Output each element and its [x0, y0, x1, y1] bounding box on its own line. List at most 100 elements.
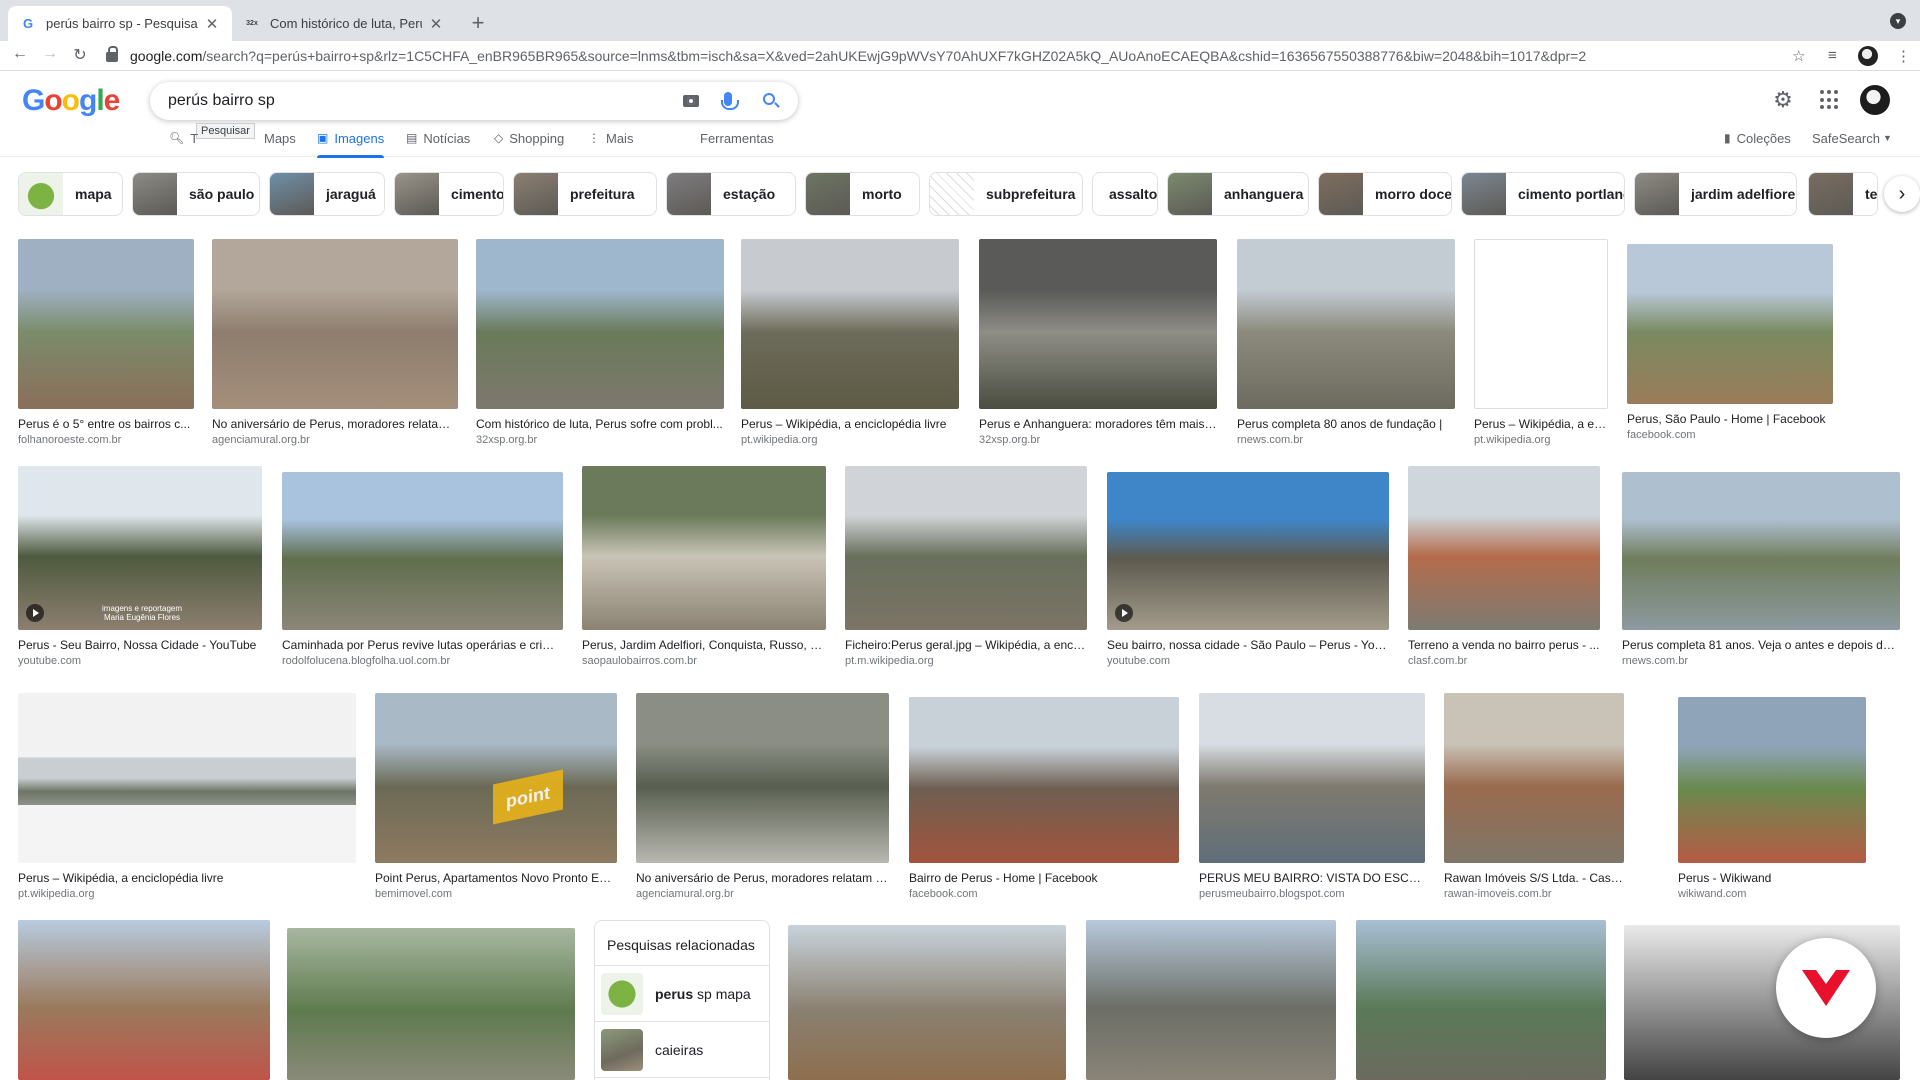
result-thumbnail[interactable] — [1107, 472, 1389, 630]
result-caption[interactable]: Perus completa 80 anos de fundação | — [1237, 417, 1455, 432]
image-result-card[interactable]: Perus – Wikipédia, a en... pt.wikipedia.o… — [1474, 239, 1608, 446]
result-thumbnail[interactable] — [212, 239, 458, 409]
result-thumbnail[interactable]: imagens e reportagem Maria Eugênia Flore… — [18, 466, 262, 630]
image-result-card[interactable]: Perus, Jardim Adelfiori, Conquista, Russ… — [582, 466, 826, 667]
forward-arrow-icon[interactable]: → — [40, 45, 60, 63]
profile-avatar[interactable] — [1858, 46, 1878, 66]
chip-7[interactable]: subprefeitura — [929, 172, 1083, 216]
image-result-card[interactable]: Caminhada por Perus revive lutas operári… — [282, 472, 563, 667]
result-caption[interactable]: Perus, São Paulo - Home | Facebook — [1627, 412, 1833, 427]
result-thumbnail[interactable] — [845, 466, 1087, 630]
image-result-card[interactable] — [1086, 920, 1336, 1080]
settings-gear-icon[interactable]: ⚙ — [1772, 89, 1794, 111]
image-result-card[interactable]: Ficheiro:Perus geral.jpg – Wikipédia, a … — [845, 466, 1087, 667]
tab-search-chevron-icon[interactable]: ▾ — [1890, 13, 1906, 29]
tab-tools[interactable]: Ferramentas — [700, 127, 774, 149]
result-thumbnail[interactable] — [1408, 466, 1600, 630]
image-result-card[interactable] — [1356, 920, 1606, 1080]
related-search-item[interactable]: perus sp mapa — [595, 966, 769, 1022]
result-caption[interactable]: Caminhada por Perus revive lutas operári… — [282, 638, 563, 653]
floating-app-button[interactable] — [1776, 938, 1876, 1038]
result-caption[interactable]: Perus completa 81 anos. Veja o antes e d… — [1622, 638, 1900, 653]
tab-images[interactable]: ▣ Imagens — [317, 127, 385, 158]
image-result-card[interactable]: Perus completa 80 anos de fundação | rnew… — [1237, 239, 1455, 446]
reading-list-icon[interactable]: ≡ — [1828, 47, 1837, 64]
reload-icon[interactable]: ↻ — [70, 45, 90, 65]
result-thumbnail[interactable] — [788, 925, 1066, 1080]
browser-tab-32xsp[interactable]: 32x Com histórico de luta, Perus so ✕ — [232, 6, 456, 41]
tab-more[interactable]: ⋮ Mais — [588, 127, 633, 149]
browser-tab-google[interactable]: G perús bairro sp - Pesquisa Goo ✕ — [8, 6, 232, 41]
google-logo[interactable]: Google — [22, 84, 120, 118]
result-caption[interactable]: Perus – Wikipédia, a en... — [1474, 417, 1608, 432]
result-thumbnail[interactable] — [1627, 244, 1833, 404]
image-result-card[interactable]: PERUS MEU BAIRRO: VISTA DO ESCADÃ... peru… — [1199, 693, 1425, 900]
image-result-card[interactable]: Seu bairro, nossa cidade - São Paulo – P… — [1107, 472, 1389, 667]
result-thumbnail[interactable] — [18, 239, 194, 409]
result-thumbnail[interactable] — [1237, 239, 1455, 409]
result-caption[interactable]: Rawan Imóveis S/S Ltda. - Casa em Sã... — [1444, 871, 1624, 886]
result-thumbnail[interactable] — [18, 920, 270, 1080]
chip-10[interactable]: morro doce — [1318, 172, 1452, 216]
microphone-icon[interactable] — [721, 92, 739, 110]
result-thumbnail[interactable] — [1086, 920, 1336, 1080]
chip-3[interactable]: cimento — [394, 172, 504, 216]
result-thumbnail[interactable] — [1474, 239, 1608, 409]
image-result-card[interactable]: Bairro de Perus - Home | Facebook faceboo… — [909, 697, 1179, 900]
result-thumbnail[interactable] — [1444, 693, 1624, 863]
result-thumbnail[interactable]: point — [375, 693, 617, 863]
image-result-card[interactable]: Perus e Anhanguera: moradores têm mais .… — [979, 239, 1217, 446]
result-caption[interactable]: Bairro de Perus - Home | Facebook — [909, 871, 1179, 886]
result-thumbnail[interactable] — [1622, 472, 1900, 630]
result-caption[interactable]: Ficheiro:Perus geral.jpg – Wikipédia, a … — [845, 638, 1087, 653]
chip-12[interactable]: jardim adelfiore — [1634, 172, 1797, 216]
account-avatar[interactable] — [1860, 85, 1890, 115]
bookmark-star-icon[interactable]: ☆ — [1792, 47, 1805, 65]
result-thumbnail[interactable] — [282, 472, 563, 630]
result-thumbnail[interactable] — [909, 697, 1179, 863]
image-result-card[interactable]: Perus é o 5° entre os bairros c... folhan… — [18, 239, 194, 446]
result-caption[interactable]: Point Perus, Apartamentos Novo Pronto Em… — [375, 871, 617, 886]
result-caption[interactable]: PERUS MEU BAIRRO: VISTA DO ESCADÃ... — [1199, 871, 1425, 886]
image-result-card[interactable]: point Point Perus, Apartamentos Novo Pron… — [375, 693, 617, 900]
chevron-right-icon[interactable]: › — [1884, 176, 1920, 212]
image-result-card[interactable]: Rawan Imóveis S/S Ltda. - Casa em Sã... r… — [1444, 693, 1624, 900]
result-thumbnail[interactable] — [979, 239, 1217, 409]
tab-news[interactable]: ▤ Notícias — [406, 127, 470, 149]
result-caption[interactable]: Perus e Anhanguera: moradores têm mais .… — [979, 417, 1217, 432]
image-result-card[interactable]: Com histórico de luta, Perus sofre com p… — [476, 239, 724, 446]
result-thumbnail[interactable] — [18, 693, 356, 863]
chip-9[interactable]: anhanguera — [1167, 172, 1309, 216]
collections-link[interactable]: ▮ Coleções — [1724, 127, 1791, 149]
result-caption[interactable]: No aniversário de Perus, moradores relat… — [212, 417, 458, 432]
safesearch-toggle[interactable]: SafeSearch ▼ — [1812, 127, 1892, 149]
chip-5[interactable]: estação — [666, 172, 796, 216]
image-result-card[interactable]: Perus – Wikipédia, a enciclopédia livre p… — [741, 239, 959, 446]
result-caption[interactable]: Terreno a venda no bairro perus - ... — [1408, 638, 1600, 653]
chip-8[interactable]: assalto — [1092, 172, 1158, 216]
chip-1[interactable]: são paulo — [132, 172, 260, 216]
result-caption[interactable]: Perus é o 5° entre os bairros c... — [18, 417, 194, 432]
related-search-item[interactable]: caieiras — [595, 1022, 769, 1078]
image-result-card[interactable]: Perus, São Paulo - Home | Facebook facebo… — [1627, 244, 1833, 441]
tab-all[interactable]: 🔍︎ T — [169, 127, 198, 149]
close-tab-icon[interactable]: ✕ — [428, 15, 444, 33]
chip-2[interactable]: jaraguá — [269, 172, 385, 216]
result-caption[interactable]: Perus - Wikiwand — [1678, 871, 1866, 886]
result-caption[interactable]: No aniversário de Perus, moradores relat… — [636, 871, 889, 886]
tab-maps[interactable]: Maps — [264, 127, 296, 149]
chip-11[interactable]: cimento portland — [1461, 172, 1625, 216]
browser-menu-icon[interactable]: ⋮ — [1896, 47, 1911, 65]
search-input[interactable] — [168, 92, 648, 110]
image-result-card[interactable]: imagens e reportagem Maria Eugênia Flore… — [18, 466, 262, 667]
result-thumbnail[interactable] — [1356, 920, 1606, 1080]
result-thumbnail[interactable] — [287, 928, 575, 1080]
address-bar[interactable]: google.com /search?q=perús+bairro+sp&rlz… — [106, 45, 1806, 67]
result-thumbnail[interactable] — [741, 239, 959, 409]
chip-6[interactable]: morto — [805, 172, 920, 216]
image-result-card[interactable] — [788, 925, 1066, 1080]
result-thumbnail[interactable] — [476, 239, 724, 409]
tab-shopping[interactable]: ◇ Shopping — [494, 127, 564, 149]
image-result-card[interactable]: Perus - Wikiwand wikiwand.com — [1678, 697, 1866, 900]
result-thumbnail[interactable] — [1199, 693, 1425, 863]
